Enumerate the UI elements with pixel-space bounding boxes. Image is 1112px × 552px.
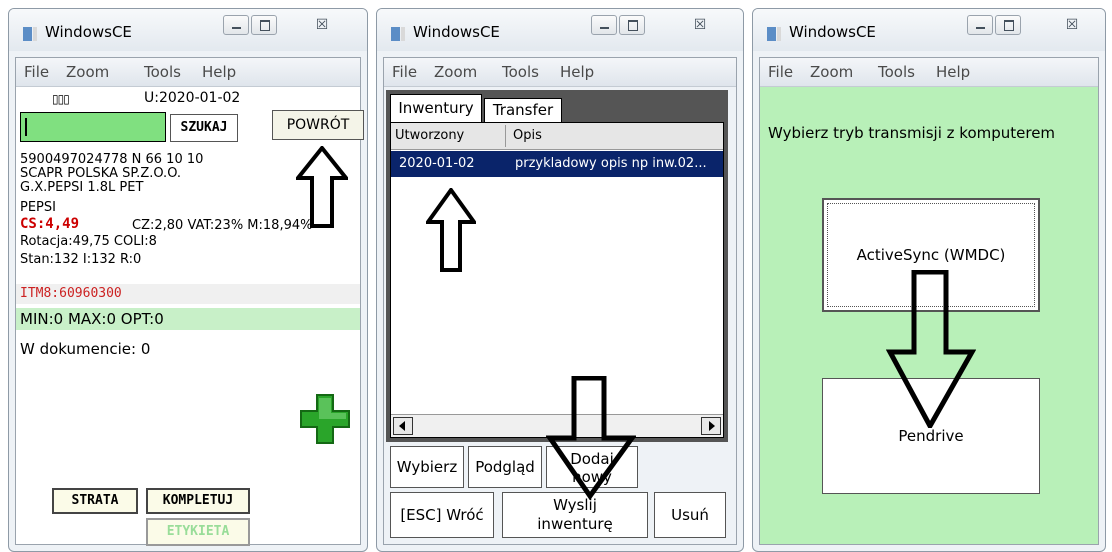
- arrow-down-icon: [886, 270, 976, 428]
- strata-button[interactable]: STRATA: [52, 488, 138, 514]
- window-title: WindowsCE: [413, 23, 500, 41]
- minimize-button[interactable]: [591, 15, 617, 35]
- minimize-button[interactable]: [967, 15, 993, 35]
- column-opis[interactable]: Opis: [513, 128, 542, 143]
- date-label: U:2020-01-02: [144, 90, 241, 106]
- minimize-button[interactable]: [223, 15, 249, 35]
- triangle-left-icon: [399, 421, 405, 431]
- text-caret: [25, 118, 27, 136]
- podglad-button[interactable]: Podgląd: [468, 446, 542, 488]
- etykieta-button[interactable]: ETYKIETA: [146, 518, 250, 546]
- window-title: WindowsCE: [789, 23, 876, 41]
- menu-tools[interactable]: Tools: [502, 63, 539, 81]
- plus-icon[interactable]: [298, 392, 352, 446]
- brand-line: PEPSI: [20, 200, 56, 215]
- menu-zoom[interactable]: Zoom: [810, 63, 853, 81]
- back-button[interactable]: POWRÓT: [272, 110, 364, 140]
- close-button[interactable]: ☒: [301, 15, 343, 37]
- menu-bar: File Zoom Tools Help: [384, 58, 736, 87]
- menu-tools[interactable]: Tools: [878, 63, 915, 81]
- price-label: CS:4,49: [20, 216, 80, 232]
- title-bar: WindowsCE ☒: [9, 9, 367, 51]
- wybierz-button[interactable]: Wybierz: [390, 446, 464, 488]
- title-bar: WindowsCE ☒: [377, 9, 743, 51]
- minmax-row: MIN:0 MAX:0 OPT:0: [16, 308, 360, 330]
- window-transfer: WindowsCE ☒ File Zoom Tools Help Wybierz…: [752, 8, 1106, 552]
- title-bar: WindowsCE ☒: [753, 9, 1105, 51]
- search-input[interactable]: [20, 112, 166, 142]
- supplier-line: SCAPR POLSKA SP.Z.O.O.: [20, 166, 182, 181]
- list-header: Utworzony Opis: [391, 123, 723, 150]
- menu-help[interactable]: Help: [560, 63, 594, 81]
- stock-line: Stan:132 I:132 R:0: [20, 252, 142, 267]
- maximize-button[interactable]: [251, 15, 277, 35]
- menu-file[interactable]: File: [768, 63, 793, 81]
- client-area: File Zoom Tools Help ▯▯▯ U:2020-01-02 SZ…: [15, 57, 364, 546]
- scroll-right-button[interactable]: [701, 417, 721, 435]
- price-details: CZ:2,80 VAT:23% M:18,94%: [132, 218, 313, 233]
- barcode-line: 5900497024778 N 66 10 10: [20, 152, 204, 167]
- app-icon: [391, 27, 405, 41]
- row-created: 2020-01-02: [399, 156, 475, 171]
- arrow-up-icon: [296, 146, 348, 228]
- rotation-line: Rotacja:49,75 COLI:8: [20, 234, 157, 249]
- usun-button[interactable]: Usuń: [654, 492, 726, 538]
- tab-inwentury[interactable]: Inwentury: [390, 94, 482, 123]
- close-button[interactable]: ☒: [1051, 15, 1093, 37]
- product-line: G.X.PEPSI 1.8L PET: [20, 180, 144, 195]
- menu-zoom[interactable]: Zoom: [66, 63, 109, 81]
- tab-transfer[interactable]: Transfer: [484, 98, 562, 123]
- minmax-label: MIN:0 MAX:0 OPT:0: [20, 310, 164, 328]
- arrow-down-icon: [546, 376, 636, 500]
- esc-back-button[interactable]: [ESC] Wróć: [390, 492, 494, 538]
- column-divider: [505, 125, 506, 147]
- search-button[interactable]: SZUKAJ: [170, 114, 238, 142]
- app-icon: [23, 27, 37, 41]
- close-button[interactable]: ☒: [679, 15, 721, 37]
- itm-row: ITM8:60960300: [16, 284, 360, 304]
- transmission-prompt: Wybierz tryb transmisji z komputerem: [768, 124, 1056, 142]
- menu-bar: File Zoom Tools Help: [16, 58, 360, 87]
- menu-file[interactable]: File: [392, 63, 417, 81]
- menu-file[interactable]: File: [24, 63, 49, 81]
- kompletuj-button[interactable]: KOMPLETUJ: [146, 488, 250, 514]
- arrow-up-icon: [426, 188, 476, 272]
- client-area: File Zoom Tools Help Inwentury Transfer …: [383, 57, 737, 545]
- maximize-button[interactable]: [995, 15, 1021, 35]
- list-row-selected[interactable]: 2020-01-02 przykladowy opis np inw.02...: [391, 151, 723, 177]
- in-document-label: W dokumencie: 0: [20, 340, 151, 358]
- barcode-icon: ▯▯▯: [52, 92, 70, 106]
- menu-tools[interactable]: Tools: [144, 63, 181, 81]
- window-title: WindowsCE: [45, 23, 132, 41]
- column-utworzony[interactable]: Utworzony: [395, 128, 501, 143]
- client-area: File Zoom Tools Help Wybierz tryb transm…: [759, 57, 1099, 545]
- maximize-button[interactable]: [619, 15, 645, 35]
- window-inventory: WindowsCE ☒ File Zoom Tools Help Inwentu…: [376, 8, 744, 552]
- window-scan: WindowsCE ☒ File Zoom Tools Help ▯▯▯ U:2…: [8, 8, 368, 552]
- app-icon: [767, 27, 781, 41]
- triangle-right-icon: [709, 421, 715, 431]
- menu-bar: File Zoom Tools Help: [760, 58, 1098, 87]
- row-description: przykladowy opis np inw.02...: [515, 156, 707, 171]
- scroll-left-button[interactable]: [393, 417, 413, 435]
- menu-help[interactable]: Help: [936, 63, 970, 81]
- itm-label: ITM8:60960300: [20, 286, 122, 301]
- menu-help[interactable]: Help: [202, 63, 236, 81]
- menu-zoom[interactable]: Zoom: [434, 63, 477, 81]
- wyslij-label-2: inwenturę: [537, 515, 613, 533]
